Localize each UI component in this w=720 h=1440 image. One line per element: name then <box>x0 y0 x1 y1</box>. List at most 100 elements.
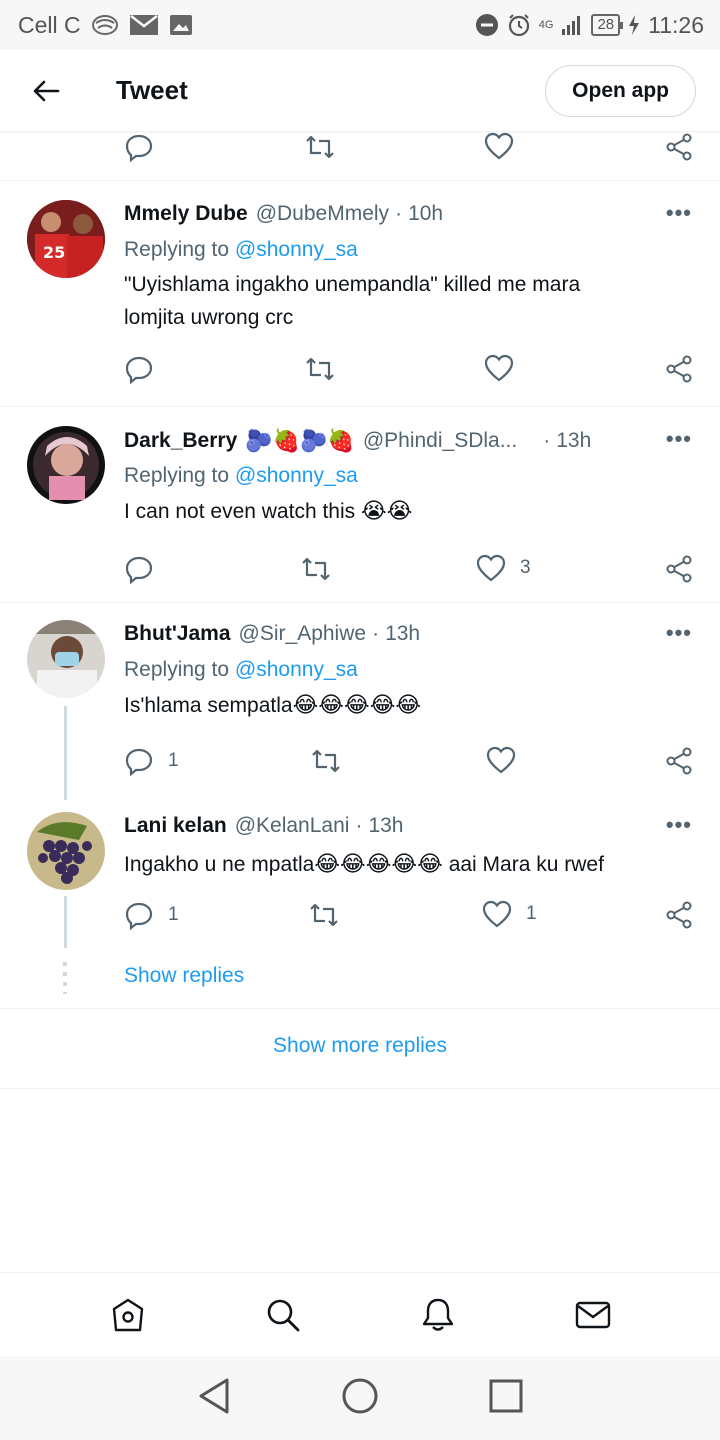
open-app-button[interactable]: Open app <box>545 64 696 117</box>
divider <box>0 1088 720 1089</box>
charging-icon <box>628 14 640 36</box>
tweet-text-line: lomjita uwrong crc <box>124 306 294 329</box>
reply-icon <box>125 902 153 930</box>
timestamp[interactable]: 13h <box>385 622 420 646</box>
username[interactable]: @DubeMmely <box>256 202 389 226</box>
tweet-action-bar: 3 <box>124 554 696 584</box>
reply-tweet[interactable]: Dark_Berry 🫐🍓🫐🍓 @Phindi_SDla... · 13h ••… <box>0 406 720 602</box>
retweet-button[interactable] <box>308 900 340 930</box>
more-options-icon[interactable]: ••• <box>666 620 692 646</box>
avatar[interactable] <box>27 812 105 890</box>
mail-notification-icon <box>129 14 159 36</box>
tweet-header: Bhut'Jama @Sir_Aphiwe · 13h <box>124 622 696 646</box>
username[interactable]: @Sir_Aphiwe <box>239 622 367 646</box>
reply-button[interactable]: 1 <box>124 900 179 930</box>
mention-link[interactable]: @shonny_sa <box>235 658 358 681</box>
tweet-text-suffix: aai Mara ku rwef <box>448 853 604 876</box>
share-button[interactable] <box>664 554 694 584</box>
retweet-button[interactable] <box>310 746 342 776</box>
retweet-button[interactable] <box>300 554 332 584</box>
reply-button[interactable] <box>124 554 154 584</box>
system-back-button[interactable] <box>197 1377 231 1420</box>
share-icon <box>666 355 692 383</box>
more-options-icon[interactable]: ••• <box>666 200 692 226</box>
reply-tweet[interactable]: Bhut'Jama @Sir_Aphiwe · 13h ••• Replying… <box>0 602 720 800</box>
share-icon <box>666 747 692 775</box>
reply-tweet[interactable]: 25 Mmely Dube @DubeMmely · 10h ••• Reply… <box>0 180 720 406</box>
retweet-icon <box>302 557 330 581</box>
like-count: 3 <box>520 557 531 578</box>
like-button[interactable] <box>484 354 514 382</box>
replying-prefix: Replying to <box>124 238 230 261</box>
more-options-icon[interactable]: ••• <box>666 426 692 452</box>
username[interactable]: @KelanLani <box>235 814 350 838</box>
avatar[interactable] <box>27 426 105 504</box>
reply-button[interactable]: 1 <box>124 746 179 776</box>
more-options-icon[interactable]: ••• <box>666 812 692 838</box>
like-button[interactable]: 3 <box>476 554 531 582</box>
timestamp[interactable]: 10h <box>408 202 443 226</box>
replying-to: Replying to @shonny_sa <box>124 658 358 682</box>
show-more-replies-button[interactable]: Show more replies <box>0 1034 720 1058</box>
mention-link[interactable]: @shonny_sa <box>235 464 358 487</box>
reply-icon <box>125 748 153 776</box>
reply-count: 1 <box>168 750 179 771</box>
back-button[interactable] <box>18 63 74 119</box>
username[interactable]: @Phindi_SDla... <box>363 429 517 453</box>
avatar[interactable] <box>27 620 105 698</box>
home-tab[interactable] <box>98 1285 158 1345</box>
reply-icon <box>125 356 153 384</box>
status-bar: Cell C 4G 28 11:26 <box>0 0 720 50</box>
home-icon <box>112 1298 143 1331</box>
reply-icon <box>125 134 153 162</box>
replying-prefix: Replying to <box>124 464 230 487</box>
reply-icon <box>125 556 153 584</box>
tweet-text-line: I can not even watch this <box>124 500 356 523</box>
share-button[interactable] <box>664 900 694 930</box>
signal-icon <box>561 14 583 36</box>
system-recents-button[interactable] <box>489 1379 523 1418</box>
reply-button[interactable] <box>124 132 154 162</box>
share-icon <box>666 901 692 929</box>
search-tab[interactable] <box>253 1285 313 1345</box>
mention-link[interactable]: @shonny_sa <box>235 238 358 261</box>
reply-button[interactable] <box>124 354 154 384</box>
notifications-tab[interactable] <box>408 1285 468 1345</box>
tweet-text: I can not even watch this 😭😭 <box>124 494 690 528</box>
like-button[interactable] <box>484 132 514 160</box>
share-button[interactable] <box>664 354 694 384</box>
image-notification-icon <box>169 14 193 36</box>
share-button[interactable] <box>664 132 694 162</box>
retweet-icon <box>306 135 334 159</box>
messages-tab[interactable] <box>563 1285 623 1345</box>
display-name[interactable]: Bhut'Jama <box>124 622 231 646</box>
separator-dot: · <box>543 429 551 452</box>
show-replies-link[interactable]: Show replies <box>124 964 244 988</box>
share-button[interactable] <box>664 746 694 776</box>
tweet-emoji: 😂😂😂😂😂 <box>292 692 422 717</box>
replying-prefix: Replying to <box>124 658 230 681</box>
avatar[interactable]: 25 <box>27 200 105 278</box>
name-emoji: 🫐🍓🫐🍓 <box>245 428 355 453</box>
tweet-emoji: 😭😭 <box>360 498 413 523</box>
replying-to: Replying to @shonny_sa <box>124 464 358 488</box>
heart-icon <box>482 900 512 928</box>
thread-dots <box>63 962 67 994</box>
retweet-button[interactable] <box>304 354 336 384</box>
retweet-icon <box>310 903 338 927</box>
like-button[interactable] <box>486 746 516 774</box>
display-name[interactable]: Mmely Dube <box>124 202 248 226</box>
page-title: Tweet <box>116 75 188 105</box>
system-home-button[interactable] <box>341 1377 379 1420</box>
tweet-action-bar: 1 <box>124 746 696 776</box>
timestamp[interactable]: 13h <box>556 429 591 453</box>
display-name[interactable]: Dark_Berry <box>124 429 237 453</box>
retweet-button[interactable] <box>304 132 336 162</box>
like-button[interactable]: 1 <box>482 900 537 928</box>
carrier-logo-icon <box>91 13 119 37</box>
heart-icon <box>484 132 514 160</box>
retweet-icon <box>306 357 334 381</box>
display-name[interactable]: Lani kelan <box>124 814 227 838</box>
timestamp[interactable]: 13h <box>368 814 403 838</box>
separator-dot: · <box>395 202 403 225</box>
